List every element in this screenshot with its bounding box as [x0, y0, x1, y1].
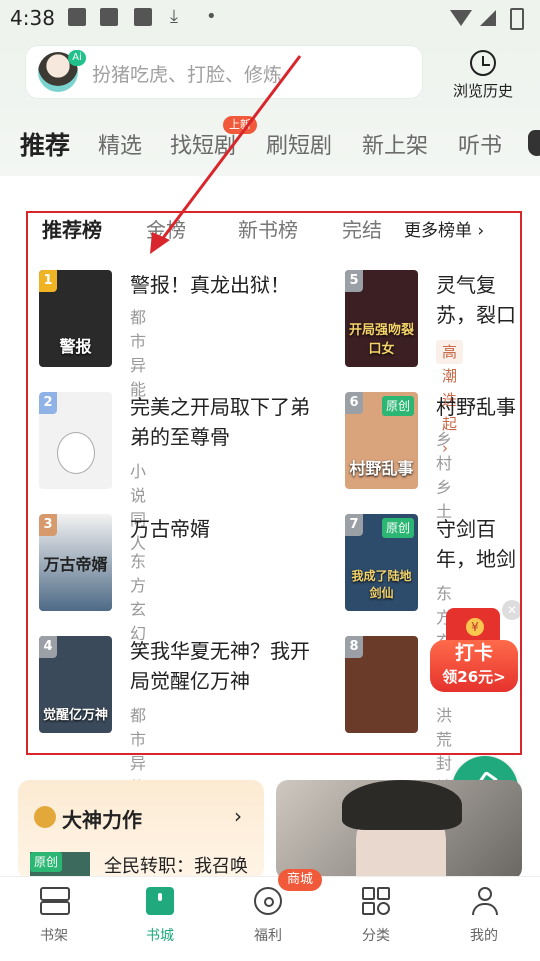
chevron-right-icon[interactable]: ›	[234, 804, 242, 828]
nav-bookstore[interactable]: 书城	[120, 887, 200, 945]
bookshelf-icon	[40, 887, 70, 915]
nav-label: 福利	[254, 928, 282, 944]
medal-icon	[34, 806, 56, 828]
nav-bookshelf[interactable]: 书架	[14, 887, 94, 945]
grid-cell	[377, 887, 390, 900]
bottom-navigation: 书架 书城 福利 商城 分类 我的	[0, 869, 540, 961]
grid-cell	[362, 887, 375, 900]
nav-label: 书城	[146, 928, 174, 944]
bookstore-icon	[146, 887, 174, 915]
nav-benefits[interactable]: 福利	[228, 887, 308, 945]
nav-label: 我的	[470, 928, 498, 944]
grid-cell	[362, 902, 375, 915]
grid-cell	[377, 902, 390, 915]
dashen-section[interactable]: 大神力作 › 原创 全民转职：我召唤	[18, 780, 264, 880]
nav-label: 书架	[40, 928, 68, 944]
categories-icon	[362, 887, 390, 915]
benefits-icon	[254, 887, 282, 915]
featured-banner[interactable]	[276, 780, 522, 880]
dashen-book-title[interactable]: 全民转职：我召唤	[104, 852, 248, 878]
profile-icon	[470, 887, 498, 915]
original-badge: 原创	[30, 852, 63, 872]
dashen-title: 大神力作	[62, 808, 142, 832]
nav-categories[interactable]: 分类	[336, 887, 416, 945]
nav-label: 分类	[362, 928, 390, 944]
nav-profile[interactable]: 我的	[444, 887, 524, 945]
banner-illustration-hair	[342, 780, 462, 830]
mall-badge[interactable]: 商城	[278, 869, 322, 891]
